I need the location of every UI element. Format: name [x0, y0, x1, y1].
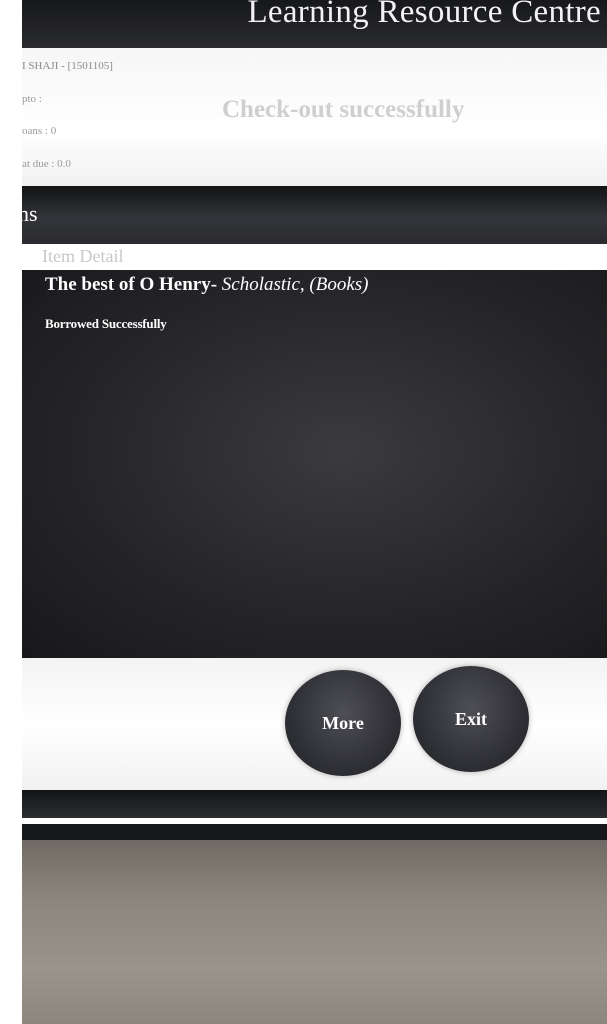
column-header-item-detail: Item Detail — [42, 246, 124, 266]
item-publisher: Scholastic, (Books) — [217, 274, 369, 295]
footer-base — [22, 824, 607, 840]
monitor-bezel — [22, 840, 607, 1024]
patron-info-panel: I SHAJI - [1501105] pto : oans : 0 at du… — [22, 48, 607, 186]
kiosk-screen: Learning Resource Centre I SHAJI - [1501… — [22, 0, 607, 840]
items-table: Item Detail The best of O Henry- Scholas… — [22, 244, 607, 658]
patron-name-id: I SHAJI - [1501105] — [22, 60, 113, 72]
item-borrow-status: Borrowed Successfully — [45, 316, 167, 331]
section-title: ns — [22, 201, 38, 226]
table-header-row: Item Detail — [22, 244, 607, 270]
left-margin — [0, 0, 22, 1024]
section-header-bar: ns — [22, 186, 607, 244]
exit-button[interactable]: Exit — [413, 666, 529, 772]
patron-loans: oans : 0 — [22, 125, 57, 137]
item-title: The best of O Henry- — [45, 274, 218, 295]
action-button-panel: More Exit — [22, 658, 607, 790]
app-title: Learning Resource Centre — [247, 0, 601, 30]
patron-valid-upto: pto : — [22, 93, 42, 105]
header-bar: Learning Resource Centre — [22, 0, 607, 48]
photo-frame: Learning Resource Centre I SHAJI - [1501… — [0, 0, 607, 1024]
more-button[interactable]: More — [285, 670, 401, 776]
checkout-status-message: Check-out successfully — [222, 96, 465, 123]
patron-amount-due: at due : 0.0 — [22, 158, 71, 170]
table-row: The best of O Henry- Scholastic, (Books) — [45, 274, 368, 296]
footer-bar — [22, 790, 607, 818]
